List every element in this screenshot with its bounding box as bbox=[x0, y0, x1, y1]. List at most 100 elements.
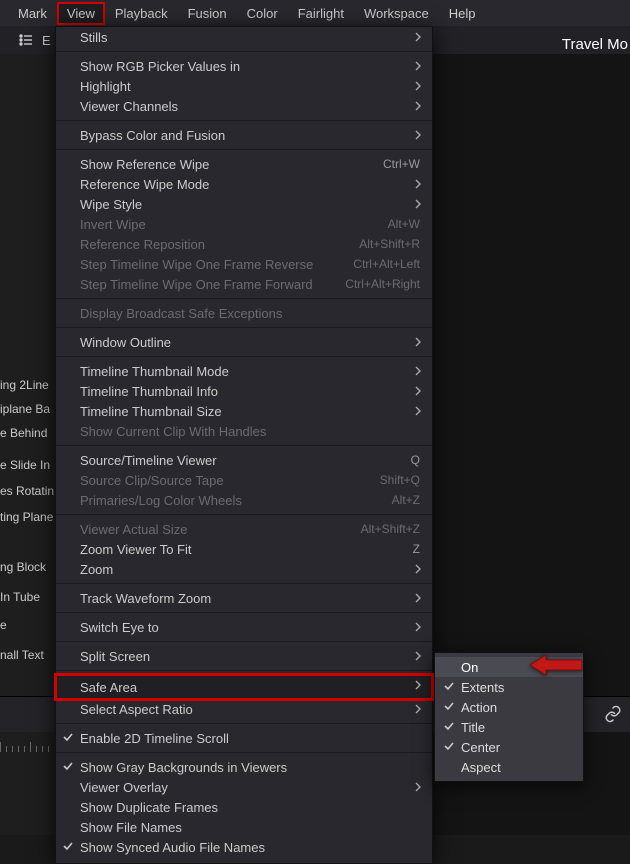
menubar-item-playback[interactable]: Playback bbox=[105, 2, 178, 25]
annotation-arrow bbox=[530, 653, 582, 677]
chevron-right-icon bbox=[414, 31, 422, 43]
chevron-right-icon bbox=[414, 129, 422, 141]
menu-item-timeline-thumbnail-info[interactable]: Timeline Thumbnail Info bbox=[56, 381, 432, 401]
clip-label[interactable]: es Rotatin bbox=[0, 484, 54, 498]
menu-item-label: Timeline Thumbnail Mode bbox=[80, 364, 420, 379]
menu-item-enable-2d-timeline-scroll[interactable]: Enable 2D Timeline Scroll bbox=[56, 728, 432, 748]
menu-item-show-reference-wipe[interactable]: Show Reference WipeCtrl+W bbox=[56, 154, 432, 174]
menu-separator bbox=[56, 670, 432, 671]
menu-item-select-aspect-ratio[interactable]: Select Aspect Ratio bbox=[56, 699, 432, 719]
menu-item-wipe-style[interactable]: Wipe Style bbox=[56, 194, 432, 214]
submenu-item-title[interactable]: Title bbox=[435, 717, 583, 737]
menu-item-timeline-thumbnail-size[interactable]: Timeline Thumbnail Size bbox=[56, 401, 432, 421]
clip-label[interactable]: e bbox=[0, 618, 7, 632]
menu-item-label: Enable 2D Timeline Scroll bbox=[80, 731, 420, 746]
menu-item-label: Switch Eye to bbox=[80, 620, 420, 635]
chevron-right-icon bbox=[414, 621, 422, 633]
submenu-item-label: Aspect bbox=[461, 760, 501, 775]
check-icon bbox=[443, 700, 455, 712]
clip-label[interactable]: iplane Ba bbox=[0, 402, 50, 416]
menu-item-bypass-color-and-fusion[interactable]: Bypass Color and Fusion bbox=[56, 125, 432, 145]
menu-item-label: Wipe Style bbox=[80, 197, 420, 212]
menu-item-source-clip-source-tape: Source Clip/Source TapeShift+Q bbox=[56, 470, 432, 490]
chevron-right-icon bbox=[414, 405, 422, 417]
menu-item-stills[interactable]: Stills bbox=[56, 27, 432, 47]
menu-item-label: Timeline Thumbnail Info bbox=[80, 384, 420, 399]
menubar-item-fairlight[interactable]: Fairlight bbox=[288, 2, 354, 25]
submenu-item-action[interactable]: Action bbox=[435, 697, 583, 717]
menu-separator bbox=[56, 752, 432, 753]
menu-separator bbox=[56, 298, 432, 299]
menubar-item-mark[interactable]: Mark bbox=[8, 2, 57, 25]
menu-item-label: Viewer Actual Size bbox=[80, 522, 349, 537]
chevron-right-icon bbox=[414, 336, 422, 348]
menu-item-label: Source/Timeline Viewer bbox=[80, 453, 399, 468]
menu-shortcut: Alt+W bbox=[388, 217, 420, 231]
clip-label[interactable]: ing 2Line bbox=[0, 378, 49, 392]
list-icon[interactable] bbox=[18, 32, 34, 49]
menu-item-label: Show Reference Wipe bbox=[80, 157, 371, 172]
clip-label[interactable]: In Tube bbox=[0, 590, 40, 604]
menu-item-step-timeline-wipe-one-frame-forward: Step Timeline Wipe One Frame ForwardCtrl… bbox=[56, 274, 432, 294]
menu-item-show-rgb-picker-values-in[interactable]: Show RGB Picker Values in bbox=[56, 56, 432, 76]
menu-item-label: Safe Area bbox=[80, 680, 420, 695]
menu-item-label: Highlight bbox=[80, 79, 420, 94]
menu-item-label: Primaries/Log Color Wheels bbox=[80, 493, 380, 508]
menu-item-display-broadcast-safe-exceptions: Display Broadcast Safe Exceptions bbox=[56, 303, 432, 323]
menu-separator bbox=[56, 612, 432, 613]
menu-separator bbox=[56, 327, 432, 328]
menu-item-label: Show RGB Picker Values in bbox=[80, 59, 420, 74]
submenu-item-center[interactable]: Center bbox=[435, 737, 583, 757]
menu-item-show-gray-backgrounds-in-viewers[interactable]: Show Gray Backgrounds in Viewers bbox=[56, 757, 432, 777]
submenu-item-aspect[interactable]: Aspect bbox=[435, 757, 583, 777]
menu-item-step-timeline-wipe-one-frame-reverse: Step Timeline Wipe One Frame ReverseCtrl… bbox=[56, 254, 432, 274]
clip-label[interactable]: e Behind bbox=[0, 426, 47, 440]
menu-item-window-outline[interactable]: Window Outline bbox=[56, 332, 432, 352]
menu-item-switch-eye-to[interactable]: Switch Eye to bbox=[56, 617, 432, 637]
menu-item-safe-area[interactable]: Safe Area bbox=[56, 675, 432, 699]
clip-label[interactable]: e Slide In bbox=[0, 458, 50, 472]
timeline-ruler[interactable] bbox=[0, 734, 60, 752]
menu-item-split-screen[interactable]: Split Screen bbox=[56, 646, 432, 666]
menu-item-viewer-actual-size: Viewer Actual SizeAlt+Shift+Z bbox=[56, 519, 432, 539]
chevron-right-icon bbox=[414, 650, 422, 662]
menu-item-viewer-channels[interactable]: Viewer Channels bbox=[56, 96, 432, 116]
link-icon[interactable] bbox=[604, 705, 622, 728]
menu-shortcut: Q bbox=[411, 453, 420, 467]
view-menu-dropdown: Stills Show RGB Picker Values in Highlight… bbox=[55, 26, 433, 864]
menu-item-highlight[interactable]: Highlight bbox=[56, 76, 432, 96]
menubar-item-help[interactable]: Help bbox=[439, 2, 486, 25]
clip-label[interactable]: nall Text bbox=[0, 648, 44, 662]
menu-item-timeline-thumbnail-mode[interactable]: Timeline Thumbnail Mode bbox=[56, 361, 432, 381]
menu-item-show-file-names[interactable]: Show File Names bbox=[56, 817, 432, 837]
menu-item-viewer-overlay[interactable]: Viewer Overlay bbox=[56, 777, 432, 797]
submenu-item-label: Extents bbox=[461, 680, 504, 695]
submenu-item-extents[interactable]: Extents bbox=[435, 677, 583, 697]
menu-separator bbox=[56, 583, 432, 584]
menu-separator bbox=[56, 641, 432, 642]
menu-item-show-synced-audio-file-names[interactable]: Show Synced Audio File Names bbox=[56, 837, 432, 857]
menu-item-zoom-viewer-to-fit[interactable]: Zoom Viewer To FitZ bbox=[56, 539, 432, 559]
menubar-item-workspace[interactable]: Workspace bbox=[354, 2, 439, 25]
edit-label-fragment[interactable]: E bbox=[42, 33, 51, 48]
menu-item-zoom[interactable]: Zoom bbox=[56, 559, 432, 579]
menubar-item-view[interactable]: View bbox=[57, 2, 105, 25]
clip-label[interactable]: ng Block bbox=[0, 560, 46, 574]
menubar-item-color[interactable]: Color bbox=[237, 2, 288, 25]
menu-item-show-duplicate-frames[interactable]: Show Duplicate Frames bbox=[56, 797, 432, 817]
menu-item-label: Viewer Overlay bbox=[80, 780, 420, 795]
clip-label[interactable]: ting Plane bbox=[0, 510, 53, 524]
menu-item-source-timeline-viewer[interactable]: Source/Timeline Viewer Q bbox=[56, 450, 432, 470]
menu-item-label: Stills bbox=[80, 30, 420, 45]
menu-item-label: Show Current Clip With Handles bbox=[80, 424, 420, 439]
check-icon bbox=[62, 840, 74, 852]
menu-item-label: Zoom Viewer To Fit bbox=[80, 542, 401, 557]
menu-item-label: Reference Reposition bbox=[80, 237, 347, 252]
menu-separator bbox=[56, 356, 432, 357]
menu-item-reference-wipe-mode[interactable]: Reference Wipe Mode bbox=[56, 174, 432, 194]
project-title-fragment: Travel Mo bbox=[562, 36, 630, 53]
menubar-item-fusion[interactable]: Fusion bbox=[178, 2, 237, 25]
menu-item-label: Zoom bbox=[80, 562, 420, 577]
menu-item-track-waveform-zoom[interactable]: Track Waveform Zoom bbox=[56, 588, 432, 608]
menu-item-invert-wipe: Invert WipeAlt+W bbox=[56, 214, 432, 234]
